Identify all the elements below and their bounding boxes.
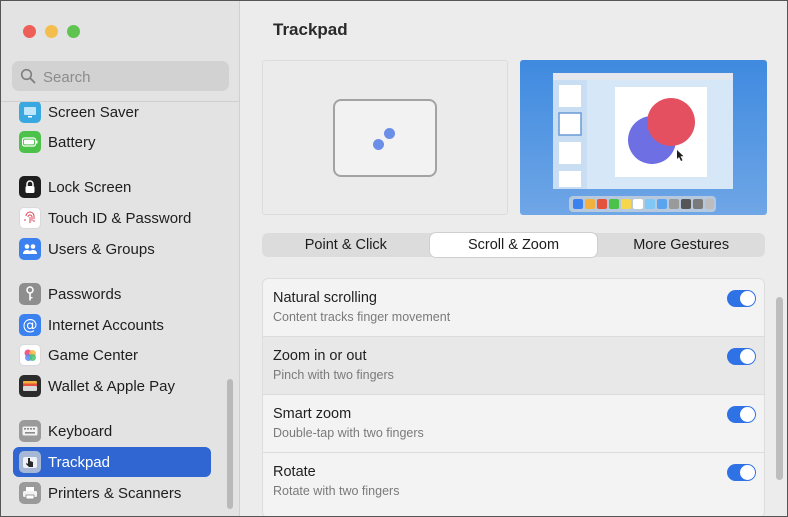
sidebar-item-label: Screen Saver [48,103,139,121]
keyboard-icon [19,420,41,442]
trackpad-icon [19,451,41,473]
sidebar-item-users-groups[interactable]: Users & Groups [13,234,211,264]
sidebar-item-trackpad[interactable]: Trackpad [13,447,211,477]
page-title: Trackpad [273,20,348,39]
setting-natural-scrolling: Natural scrolling Content tracks finger … [263,279,764,337]
setting-title: Smart zoom [273,406,352,422]
printer-icon [19,482,41,504]
main-scrollbar[interactable] [776,297,783,480]
natural-scrolling-toggle[interactable] [727,290,756,307]
lock-icon [19,176,41,198]
battery-icon [19,131,41,153]
setting-title: Natural scrolling [273,290,377,306]
finger-dot [384,128,395,139]
sidebar-item-lock-screen[interactable]: Lock Screen [13,172,211,202]
zoom-window-button[interactable] [67,25,80,38]
toggle-knob [740,349,755,364]
sidebar-item-passwords[interactable]: Passwords [13,279,211,309]
rotate-toggle[interactable] [727,464,756,481]
sidebar-list: Screen Saver Battery Lock Screen Touch I… [1,102,239,516]
sidebar-item-label: Wallet & Apple Pay [48,377,176,395]
screen-saver-icon [19,102,41,123]
wallet-icon [19,375,41,397]
sidebar-item-label: Battery [48,133,96,151]
sidebar-item-wallet[interactable]: Wallet & Apple Pay [13,371,211,401]
close-window-button[interactable] [23,25,36,38]
fingerprint-icon [19,207,41,229]
sidebar-item-screen-saver[interactable]: Screen Saver [13,102,211,127]
search-input[interactable] [41,65,225,89]
sidebar-item-battery[interactable]: Battery [13,127,211,157]
tab-more-gestures[interactable]: More Gestures [597,233,765,257]
smart-zoom-toggle[interactable] [727,406,756,423]
setting-subtitle: Rotate with two fingers [273,484,400,498]
setting-subtitle: Content tracks finger movement [273,310,451,324]
toggle-knob [740,407,755,422]
sidebar: Screen Saver Battery Lock Screen [1,1,240,516]
game-center-icon [19,344,41,366]
sidebar-item-label: Trackpad [48,453,110,471]
sidebar-item-label: Users & Groups [48,240,155,258]
sidebar-scrollbar[interactable] [227,379,233,509]
sidebar-item-label: Passwords [48,285,122,303]
sidebar-item-label: Internet Accounts [48,316,164,334]
toggle-knob [740,465,755,480]
sidebar-item-label: Keyboard [48,422,113,440]
key-icon [19,283,41,305]
setting-zoom-in-out: Zoom in or out Pinch with two fingers [263,337,764,395]
gesture-preview-trackpad [262,60,508,215]
sidebar-item-label: Lock Screen [48,178,132,196]
preview-screen-illustration [553,73,733,212]
sidebar-item-label: Touch ID & Password [48,209,192,227]
setting-title: Rotate [273,464,316,480]
main-pane: Trackpad Point & Click Scroll & Zoom Mor… [240,1,787,516]
sidebar-item-touch-id[interactable]: Touch ID & Password [13,203,211,233]
gesture-preview-screen [520,60,767,215]
sidebar-item-game-center[interactable]: Game Center [13,340,211,370]
zoom-in-out-toggle[interactable] [727,348,756,365]
tab-control: Point & Click Scroll & Zoom More Gesture… [262,233,765,257]
search-icon [20,68,36,84]
settings-window: Screen Saver Battery Lock Screen [0,0,788,517]
at-icon: @ [19,314,41,336]
setting-rotate: Rotate Rotate with two fingers [263,453,764,511]
setting-title: Zoom in or out [273,348,367,364]
setting-subtitle: Pinch with two fingers [273,368,394,382]
tab-scroll-zoom[interactable]: Scroll & Zoom [429,233,598,257]
sidebar-item-internet-accounts[interactable]: @ Internet Accounts [13,310,211,340]
settings-list: Natural scrolling Content tracks finger … [262,278,765,516]
trackpad-illustration [333,99,437,177]
tab-point-click[interactable]: Point & Click [262,233,430,257]
users-icon [19,238,41,260]
search-field[interactable] [12,61,229,91]
setting-subtitle: Double-tap with two fingers [273,426,424,440]
sidebar-item-printers-scanners[interactable]: Printers & Scanners [13,478,211,508]
finger-dot [373,139,384,150]
sidebar-item-label: Printers & Scanners [48,484,182,502]
sidebar-item-label: Game Center [48,346,139,364]
sidebar-item-keyboard[interactable]: Keyboard [13,416,211,446]
toggle-knob [740,291,755,306]
setting-smart-zoom: Smart zoom Double-tap with two fingers [263,395,764,453]
minimize-window-button[interactable] [45,25,58,38]
